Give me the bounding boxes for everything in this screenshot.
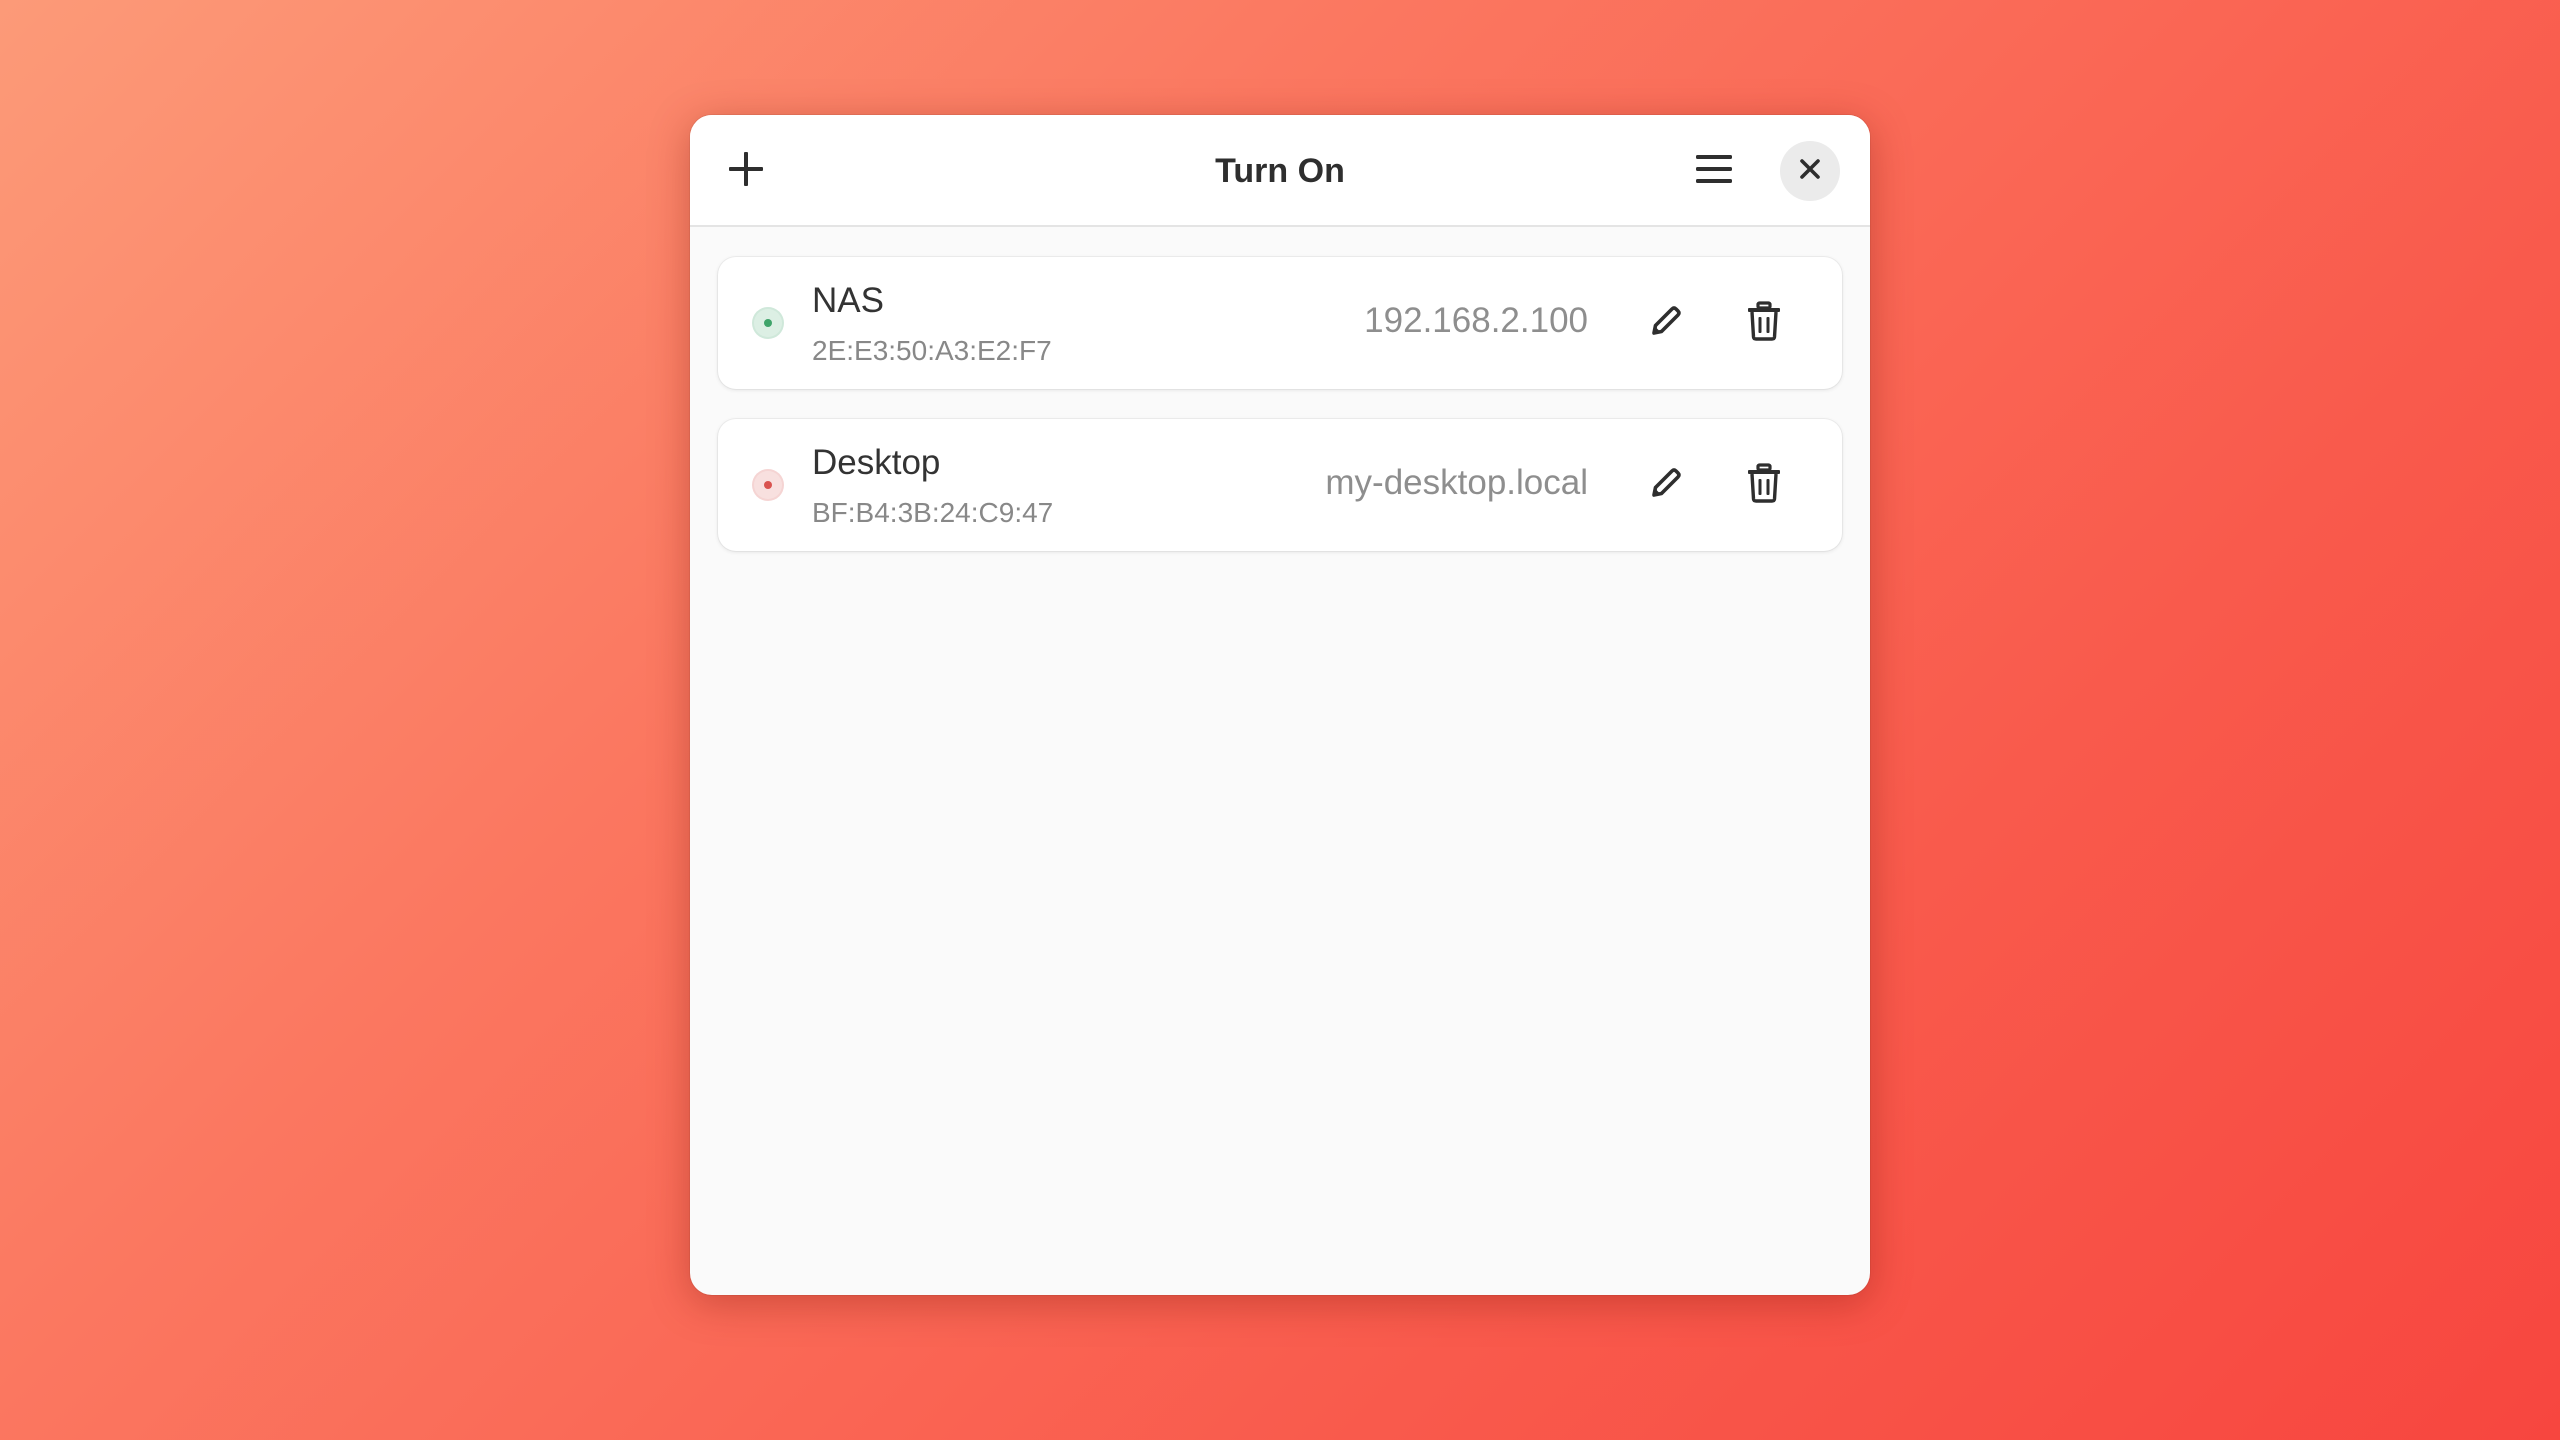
device-name: NAS — [812, 281, 884, 320]
device-hostname: my-desktop.local — [1325, 463, 1588, 502]
device-row[interactable]: NAS 2E:E3:50:A3:E2:F7 192.168.2.100 — [718, 257, 1842, 389]
device-mac-address: 2E:E3:50:A3:E2:F7 — [812, 335, 1052, 366]
status-indicator-icon — [754, 309, 782, 337]
app-window: Turn On NAS 2E:E3:50:A3:E2:F7 192.168.2.… — [690, 115, 1870, 1295]
pencil-icon — [1646, 463, 1686, 508]
close-icon — [1799, 158, 1821, 185]
delete-device-button[interactable] — [1734, 455, 1794, 515]
device-name: Desktop — [812, 443, 941, 482]
device-ip-address: 192.168.2.100 — [1364, 301, 1588, 340]
delete-device-button[interactable] — [1734, 293, 1794, 353]
pencil-icon — [1646, 301, 1686, 346]
plus-icon — [727, 150, 765, 193]
close-window-button[interactable] — [1780, 141, 1840, 201]
add-device-button[interactable] — [714, 139, 778, 203]
device-list: NAS 2E:E3:50:A3:E2:F7 192.168.2.100 Desk… — [718, 257, 1842, 581]
status-indicator-icon — [754, 471, 782, 499]
header-bar: Turn On — [690, 115, 1870, 227]
edit-device-button[interactable] — [1636, 455, 1696, 515]
device-row[interactable]: Desktop BF:B4:3B:24:C9:47 my-desktop.loc… — [718, 419, 1842, 551]
edit-device-button[interactable] — [1636, 293, 1696, 353]
main-menu-button[interactable] — [1682, 139, 1746, 203]
trash-icon — [1744, 300, 1784, 347]
hamburger-menu-icon — [1695, 153, 1733, 190]
device-mac-address: BF:B4:3B:24:C9:47 — [812, 497, 1054, 528]
trash-icon — [1744, 462, 1784, 509]
